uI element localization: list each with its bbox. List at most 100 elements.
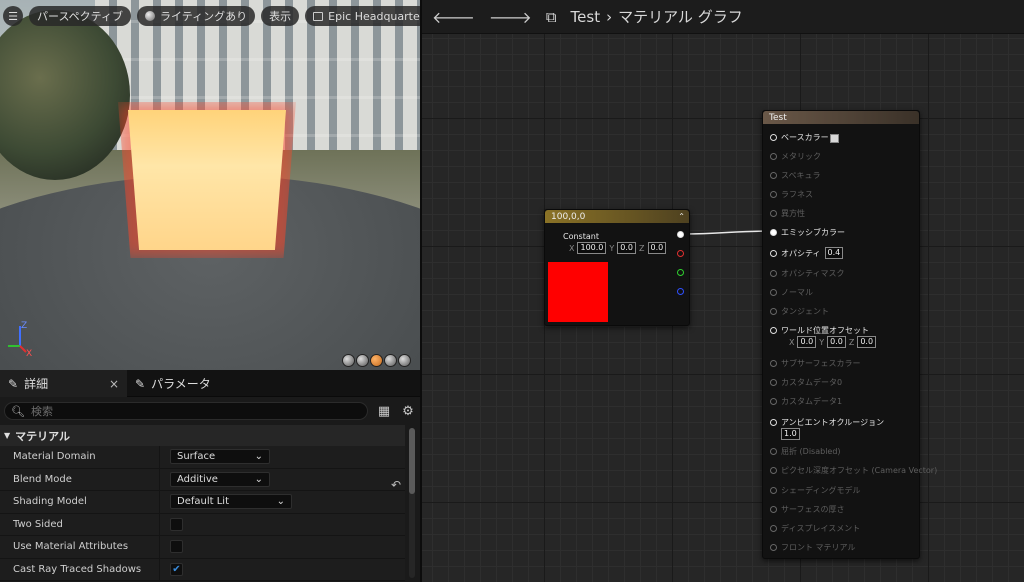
use-material-attributes-checkbox[interactable] — [170, 540, 183, 554]
result-pin-row: ベースカラー — [770, 132, 829, 143]
input-pin[interactable] — [770, 419, 777, 426]
table-view-icon[interactable]: ▦ — [376, 403, 392, 419]
result-pin-row: メタリック — [770, 151, 821, 162]
search-input[interactable]: 🔍︎ 検索 — [4, 402, 368, 420]
wpo-z-input[interactable]: 0.0 — [857, 336, 877, 348]
r-output-pin[interactable] — [677, 250, 684, 257]
input-pin[interactable] — [770, 327, 777, 334]
perspective-button[interactable]: パースペクティブ — [29, 6, 132, 26]
result-pin-row: スペキュラ — [770, 170, 820, 181]
input-pin[interactable] — [770, 229, 777, 236]
preview-shape-selector — [342, 354, 411, 367]
y-label: Y — [819, 337, 825, 347]
level-viewport[interactable]: ☰ パースペクティブ ライティングあり 表示 Epic Headquarters… — [0, 0, 420, 370]
blend-mode-combo[interactable]: Additive ⌄ — [170, 471, 270, 487]
result-pin-row: オパシティ 0.4 — [770, 247, 844, 259]
close-icon[interactable]: × — [109, 377, 119, 391]
cylinder-preview-icon[interactable] — [342, 354, 355, 367]
shading-model-combo[interactable]: Default Lit ⌄ — [170, 494, 292, 510]
lighting-mode-button[interactable]: ライティングあり — [137, 6, 256, 26]
preview-scene-label: Epic Headquarters — [328, 9, 420, 23]
wire-path[interactable] — [683, 230, 774, 235]
result-pin-row: アンビエントオクルージョン 1.0 — [770, 417, 885, 440]
result-pin-row: ワールド位置オフセット — [770, 325, 869, 336]
pin-label: ノーマル — [781, 288, 813, 297]
search-icon: 🔍︎ — [11, 404, 25, 418]
preview-scene-button[interactable]: Epic Headquarters — [305, 6, 420, 26]
combo-value: Default Lit — [177, 496, 229, 508]
pin-label: シェーディングモデル — [781, 486, 861, 495]
g-output-pin[interactable] — [677, 269, 684, 276]
lighting-label: ライティングあり — [160, 10, 248, 23]
wpo-inputs: X 0.0 Y 0.0 Z 0.0 — [789, 336, 877, 348]
input-pin[interactable] — [770, 506, 777, 513]
show-button[interactable]: 表示 — [261, 6, 300, 26]
reset-to-default-icon[interactable]: ↶ — [391, 478, 401, 492]
hamburger-icon: ☰ — [8, 9, 18, 23]
input-pin[interactable] — [770, 448, 777, 455]
node-header[interactable]: Test — [763, 111, 919, 124]
input-pin[interactable] — [770, 308, 777, 315]
y-value-input[interactable]: 0.0 — [617, 242, 637, 254]
input-pin[interactable] — [770, 134, 777, 141]
cube-preview-icon[interactable] — [384, 354, 397, 367]
wpo-y-input[interactable]: 0.0 — [827, 336, 846, 348]
base-color-swatch[interactable] — [830, 134, 839, 143]
tab-parameters-label: パラメータ — [151, 377, 211, 391]
tab-parameters[interactable]: ✎ パラメータ — [127, 370, 219, 397]
tab-details-label: 詳細 — [24, 377, 49, 391]
node-header[interactable]: 100,0,0 ⌃ — [545, 210, 689, 223]
wpo-x-input[interactable]: 0.0 — [797, 336, 817, 348]
result-pin-row: フロント マテリアル — [770, 542, 855, 553]
node-title: 100,0,0 — [551, 211, 586, 222]
property-name: Use Material Attributes — [0, 536, 160, 558]
pin-label: エミッシブカラー — [781, 228, 845, 237]
preview-mesh[interactable] — [128, 110, 286, 250]
tab-details[interactable]: ✎ 詳細 × — [0, 370, 127, 397]
input-pin[interactable] — [770, 249, 777, 257]
cast-ray-traced-shadows-checkbox[interactable]: ✔ — [170, 562, 183, 576]
input-pin[interactable] — [770, 191, 777, 198]
input-pin[interactable] — [770, 379, 777, 386]
color-preview-swatch — [548, 262, 608, 322]
constant3vector-node[interactable]: 100,0,0 ⌃ Constant X 100.0 Y 0.0 Z 0.0 — [544, 209, 690, 326]
sphere-preview-icon[interactable] — [356, 354, 369, 367]
two-sided-checkbox[interactable] — [170, 517, 183, 531]
input-pin[interactable] — [770, 210, 777, 217]
input-pin[interactable] — [770, 153, 777, 160]
property-name: Shading Model — [0, 491, 160, 513]
input-pin[interactable] — [770, 525, 777, 532]
x-value-input[interactable]: 100.0 — [577, 242, 607, 254]
details-scrollbar[interactable] — [409, 428, 415, 578]
material-result-node[interactable]: Test ベースカラー メタリック スペキュラ ラフネス 異方性 エミッシブカラー オパシテ… — [762, 110, 937, 559]
y-label: Y — [609, 243, 615, 253]
rgb-output-pin[interactable] — [677, 231, 684, 238]
gear-icon[interactable]: ⚙ — [400, 403, 416, 419]
plane-preview-icon[interactable] — [370, 354, 383, 367]
material-graph[interactable]: 🡐 🡒 ⧉ Test › マテリアル グラフ 100,0,0 ⌃ Constan… — [420, 0, 1024, 582]
result-pin-row: 屈折 (Disabled) — [770, 446, 841, 457]
input-pin[interactable] — [770, 487, 777, 494]
pin-label: アンビエントオクルージョン — [781, 418, 885, 427]
b-output-pin[interactable] — [677, 288, 684, 295]
viewport-menu-button[interactable]: ☰ — [3, 6, 23, 26]
result-pin-row: カスタムデータ1 — [770, 396, 842, 407]
z-value-input[interactable]: 0.0 — [647, 242, 667, 254]
input-pin[interactable] — [770, 544, 777, 551]
input-pin[interactable] — [770, 467, 777, 474]
pin-value-input[interactable]: 0.4 — [824, 247, 844, 259]
pin-value-input[interactable]: 1.0 — [781, 428, 800, 440]
input-pin[interactable] — [770, 270, 777, 277]
input-pin[interactable] — [770, 398, 777, 405]
scrollbar-thumb[interactable] — [409, 428, 415, 494]
result-pin-row: ディスプレイスメント — [770, 523, 860, 534]
pin-label: カスタムデータ1 — [781, 397, 843, 406]
input-pin[interactable] — [770, 172, 777, 179]
chevron-up-icon[interactable]: ⌃ — [678, 212, 689, 221]
show-label: 表示 — [269, 10, 292, 23]
input-pin[interactable] — [770, 289, 777, 296]
material-domain-combo[interactable]: Surface ⌄ — [170, 449, 270, 465]
custom-mesh-preview-icon[interactable] — [398, 354, 411, 367]
input-pin[interactable] — [770, 360, 777, 367]
material-section-header[interactable]: ▼ マテリアル — [0, 425, 405, 446]
